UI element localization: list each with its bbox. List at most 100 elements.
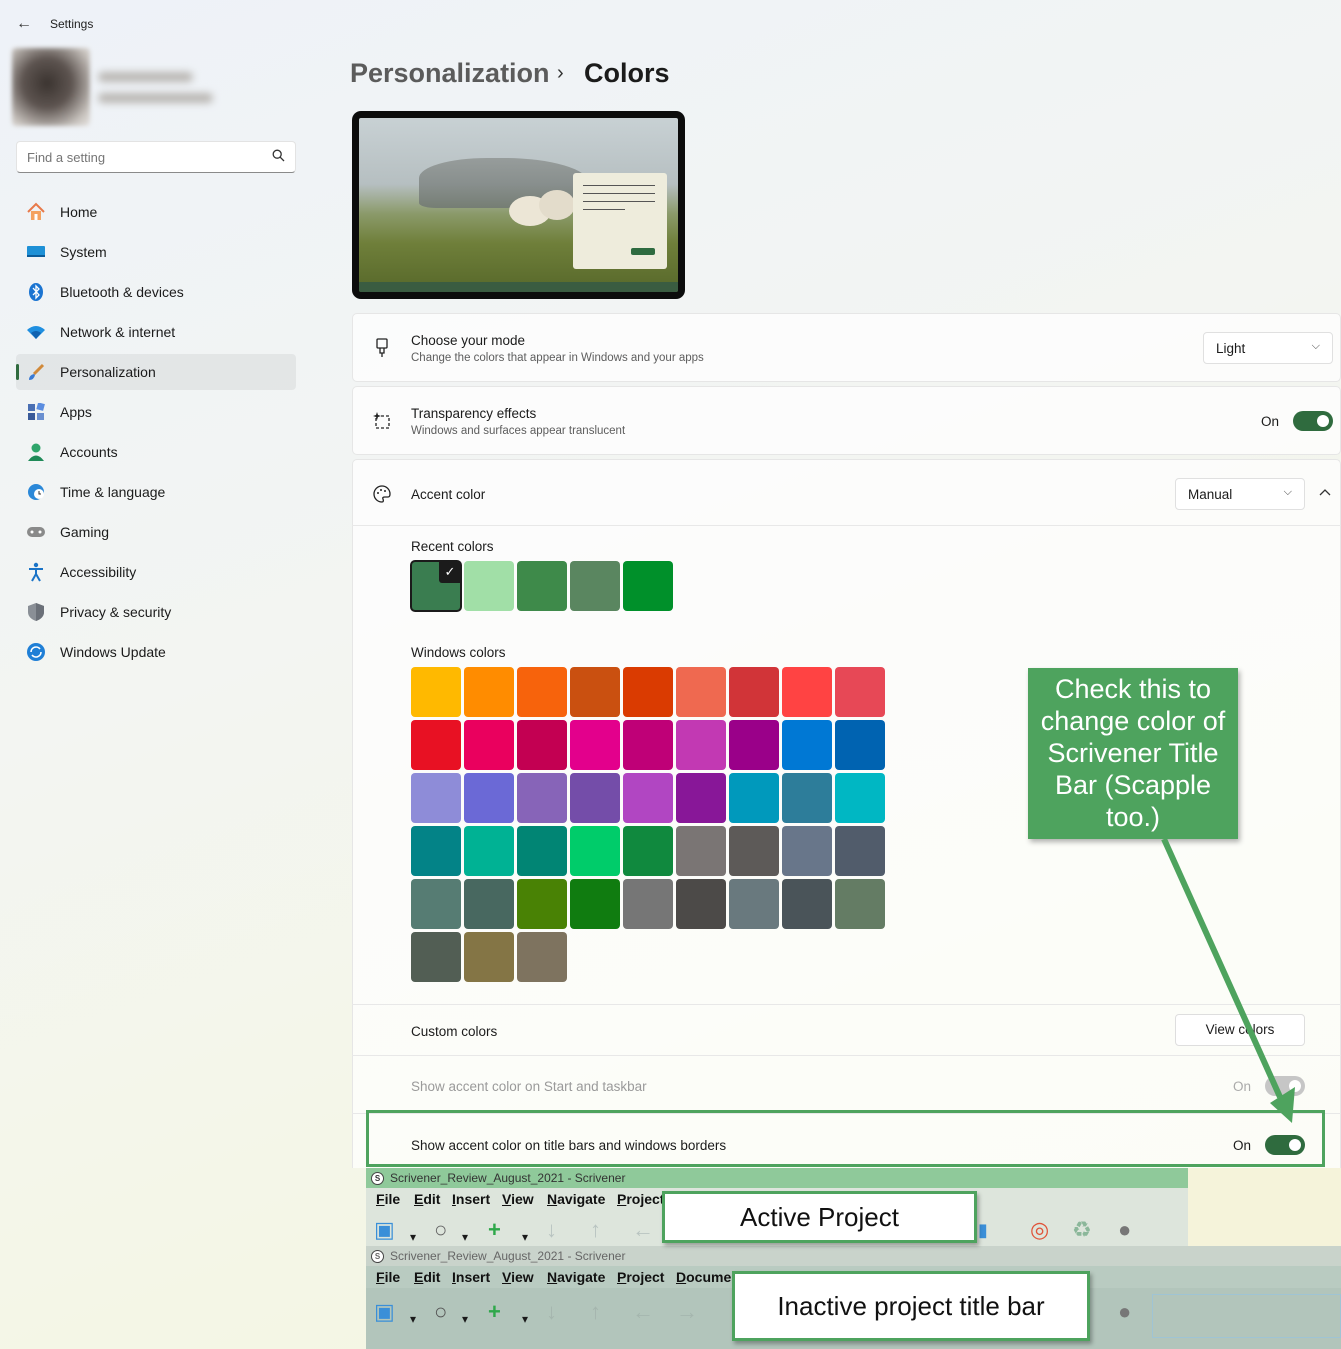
arrow-left-icon[interactable]: ← xyxy=(632,1298,654,1326)
microphone-icon[interactable]: ● xyxy=(1118,1298,1131,1326)
windows-color-swatch[interactable] xyxy=(411,720,461,770)
windows-color-swatch[interactable] xyxy=(729,879,779,929)
windows-color-swatch[interactable] xyxy=(517,773,567,823)
back-button[interactable]: ← xyxy=(14,14,34,34)
mode-dropdown[interactable]: Light ⌵ xyxy=(1203,332,1333,364)
menu-edit[interactable]: Edit xyxy=(414,1191,440,1207)
windows-color-swatch[interactable] xyxy=(835,667,885,717)
windows-color-swatch[interactable] xyxy=(729,773,779,823)
windows-color-swatch[interactable] xyxy=(782,720,832,770)
windows-color-swatch[interactable] xyxy=(676,879,726,929)
recent-color-swatch[interactable] xyxy=(570,561,620,611)
windows-color-swatch[interactable] xyxy=(835,773,885,823)
recent-color-swatch[interactable] xyxy=(517,561,567,611)
search-icon[interactable]: ○ xyxy=(434,1216,447,1244)
windows-color-swatch[interactable] xyxy=(570,826,620,876)
breadcrumb-personalization[interactable]: Personalization xyxy=(350,58,550,89)
windows-color-swatch[interactable] xyxy=(782,773,832,823)
windows-color-swatch[interactable] xyxy=(729,826,779,876)
windows-color-swatch[interactable] xyxy=(411,667,461,717)
windows-color-swatch[interactable] xyxy=(729,720,779,770)
windows-color-swatch[interactable] xyxy=(517,932,567,982)
windows-color-swatch[interactable] xyxy=(517,879,567,929)
sidebar-item-gaming[interactable]: Gaming xyxy=(16,514,296,550)
sidebar-item-bluetooth[interactable]: Bluetooth & devices xyxy=(16,274,296,310)
sidebar-item-accessibility[interactable]: Accessibility xyxy=(16,554,296,590)
windows-color-swatch[interactable] xyxy=(676,826,726,876)
sidebar-item-accounts[interactable]: Accounts xyxy=(16,434,296,470)
chevron-down-icon[interactable]: ▾ xyxy=(462,1223,468,1246)
windows-color-swatch[interactable] xyxy=(464,932,514,982)
arrow-up-icon[interactable]: ↑ xyxy=(590,1298,601,1326)
windows-color-swatch[interactable] xyxy=(623,667,673,717)
sidebar-item-time-language[interactable]: Time & language xyxy=(16,474,296,510)
stats-icon[interactable]: ▮ xyxy=(978,1216,988,1244)
accent-mode-dropdown[interactable]: Manual ⌵ xyxy=(1175,478,1305,510)
search-input[interactable] xyxy=(27,150,257,165)
windows-color-swatch[interactable] xyxy=(835,826,885,876)
windows-color-swatch[interactable] xyxy=(729,667,779,717)
sidebar-item-home[interactable]: Home xyxy=(16,194,296,230)
windows-color-swatch[interactable] xyxy=(782,667,832,717)
sidebar-item-network[interactable]: Network & internet xyxy=(16,314,296,350)
target-icon[interactable]: ◎ xyxy=(1030,1216,1049,1244)
windows-color-swatch[interactable] xyxy=(570,879,620,929)
menu-view[interactable]: View xyxy=(502,1269,534,1285)
arrow-down-icon[interactable]: ↓ xyxy=(546,1216,557,1244)
windows-color-swatch[interactable] xyxy=(464,879,514,929)
menu-project[interactable]: Project xyxy=(617,1269,664,1285)
recent-color-swatch[interactable] xyxy=(623,561,673,611)
sidebar-item-personalization[interactable]: Personalization xyxy=(16,354,296,390)
menu-edit[interactable]: Edit xyxy=(414,1269,440,1285)
menu-navigate[interactable]: Navigate xyxy=(547,1269,605,1285)
windows-color-swatch[interactable] xyxy=(517,826,567,876)
menu-insert[interactable]: Insert xyxy=(452,1191,490,1207)
layout-icon[interactable]: ▣ xyxy=(374,1298,395,1326)
windows-color-swatch[interactable] xyxy=(411,932,461,982)
chevron-down-icon[interactable]: ▾ xyxy=(522,1305,528,1333)
windows-color-swatch[interactable] xyxy=(464,720,514,770)
add-icon[interactable]: + xyxy=(488,1216,501,1244)
layout-icon[interactable]: ▣ xyxy=(374,1216,395,1244)
collapse-chevron-up-icon[interactable] xyxy=(1319,484,1331,499)
windows-color-swatch[interactable] xyxy=(623,720,673,770)
menu-project[interactable]: Project xyxy=(617,1191,664,1207)
windows-color-swatch[interactable] xyxy=(782,826,832,876)
chevron-down-icon[interactable]: ▾ xyxy=(410,1223,416,1246)
menu-insert[interactable]: Insert xyxy=(452,1269,490,1285)
windows-color-swatch[interactable] xyxy=(676,667,726,717)
windows-color-swatch[interactable] xyxy=(835,879,885,929)
recent-color-swatch[interactable] xyxy=(464,561,514,611)
chevron-down-icon[interactable]: ▾ xyxy=(522,1223,528,1246)
search-box[interactable] xyxy=(16,141,296,173)
windows-color-swatch[interactable] xyxy=(623,879,673,929)
microphone-icon[interactable]: ● xyxy=(1118,1216,1131,1244)
menu-navigate[interactable]: Navigate xyxy=(547,1191,605,1207)
menu-file[interactable]: File xyxy=(376,1269,400,1285)
search-icon[interactable] xyxy=(272,149,285,165)
sidebar-item-windows-update[interactable]: Windows Update xyxy=(16,634,296,670)
arrow-up-icon[interactable]: ↑ xyxy=(590,1216,601,1244)
arrow-down-icon[interactable]: ↓ xyxy=(546,1298,557,1326)
windows-color-swatch[interactable] xyxy=(835,720,885,770)
menu-view[interactable]: View xyxy=(502,1191,534,1207)
sidebar-item-apps[interactable]: Apps xyxy=(16,394,296,430)
windows-color-swatch[interactable] xyxy=(570,720,620,770)
scrivener-inactive-search-field[interactable] xyxy=(1152,1294,1341,1338)
windows-color-swatch[interactable] xyxy=(676,773,726,823)
windows-color-swatch[interactable] xyxy=(464,826,514,876)
arrow-right-icon[interactable]: → xyxy=(676,1298,698,1326)
windows-color-swatch[interactable] xyxy=(464,667,514,717)
windows-color-swatch[interactable] xyxy=(782,879,832,929)
search-icon[interactable]: ○ xyxy=(434,1298,447,1326)
windows-color-swatch[interactable] xyxy=(623,826,673,876)
menu-file[interactable]: File xyxy=(376,1191,400,1207)
trash-icon[interactable]: ♻ xyxy=(1072,1216,1092,1244)
arrow-left-icon[interactable]: ← xyxy=(632,1216,654,1244)
windows-color-swatch[interactable] xyxy=(517,667,567,717)
windows-color-swatch[interactable] xyxy=(517,720,567,770)
sidebar-item-privacy[interactable]: Privacy & security xyxy=(16,594,296,630)
windows-color-swatch[interactable] xyxy=(411,773,461,823)
avatar[interactable] xyxy=(12,48,90,126)
windows-color-swatch[interactable] xyxy=(570,667,620,717)
